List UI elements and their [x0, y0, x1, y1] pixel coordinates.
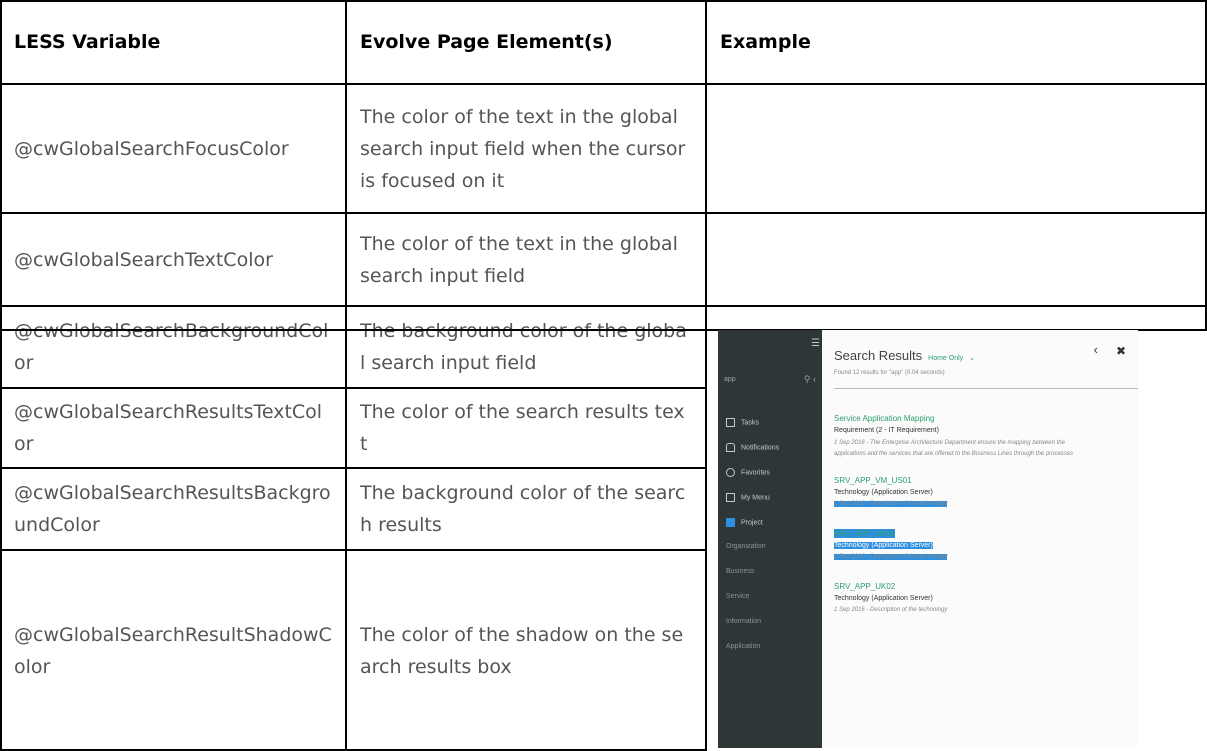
element-description: The color of the text in the global sear… — [360, 232, 678, 287]
search-value: app — [724, 376, 736, 383]
variable-name: @cwGlobalSearchResultsTextColor — [14, 401, 323, 455]
result-type: Requirement (2 - IT Requirement) — [834, 427, 939, 434]
sidebar-item-notifications: Notifications — [726, 443, 779, 452]
sidebar-item-label: My Menu — [741, 494, 770, 502]
divider — [834, 388, 1138, 389]
result-type: Technology (Application Server) — [834, 489, 933, 496]
header-less-variable: LESS Variable — [14, 31, 161, 53]
header-example: Example — [720, 31, 811, 53]
row-divider — [0, 212, 1207, 214]
result-title: SRV_APP_VM_US01 — [834, 476, 912, 485]
sidebar-search-input: app ⚲ ‹ — [724, 374, 816, 396]
results-count: Found 12 results for "app" (0.04 seconds… — [834, 370, 945, 376]
result-description: 1 Sep 2016 - Description of the technolo… — [834, 607, 948, 613]
result-title: SRV_APP_UK01 — [834, 529, 896, 538]
sidebar-item-label: Favorites — [741, 469, 770, 477]
row-divider — [0, 467, 706, 469]
element-description: The background color of the search resul… — [360, 482, 686, 536]
sidebar-item-favorites: Favorites — [726, 468, 770, 477]
column-divider — [345, 0, 347, 751]
result-description: 1 Sep 2016 - The Enterprise Architecture… — [834, 440, 1065, 446]
sidebar-item-application: Application — [726, 643, 761, 650]
result-description: 1 Sep 2016 - Description of the technolo… — [834, 554, 948, 560]
result-description: 1 Sep 2016 - Description of the technolo… — [834, 501, 948, 507]
variable-name: @cwGlobalSearchTextColor — [14, 248, 273, 271]
sidebar-item-organization: Organization — [726, 543, 766, 550]
hamburger-icon: ☰ — [811, 338, 820, 349]
element-description: The color of the shadow on the search re… — [360, 623, 684, 678]
table-border — [0, 0, 2, 751]
column-divider — [705, 0, 707, 751]
bookmark-icon — [726, 493, 735, 502]
check-icon — [726, 518, 735, 527]
row-divider — [0, 387, 706, 389]
example-screenshot: ☰ app ⚲ ‹ Tasks Notifications Favorites … — [718, 330, 1138, 748]
row-divider — [0, 305, 1207, 307]
row-divider — [0, 83, 1207, 85]
sidebar-item-project: Project — [726, 518, 763, 527]
bell-icon — [726, 443, 735, 452]
sidebar-item-service: Service — [726, 593, 750, 600]
variable-name: @cwGlobalSearchBackgroundColor — [14, 320, 329, 374]
heart-icon — [726, 468, 735, 477]
element-description: The color of the search results text — [360, 401, 685, 455]
sidebar-item-information: Information — [726, 618, 762, 625]
result-type: Technology (Application Server) — [834, 542, 933, 549]
result-description: applications and the services that are o… — [834, 451, 1074, 457]
table-row: @cwGlobalSearchFocusColor The color of t… — [0, 84, 1207, 213]
variable-name: @cwGlobalSearchResultShadowColor — [14, 623, 332, 678]
variable-name: @cwGlobalSearchResultsBackgroundColor — [14, 482, 331, 536]
sidebar-item-label: Notifications — [741, 444, 780, 452]
sidebar-item-label: Project — [741, 519, 763, 527]
panel-title: Search Results — [834, 348, 923, 363]
header-page-element: Evolve Page Element(s) — [360, 31, 613, 53]
search-results-title: Search Results Home Only ⌄ — [834, 348, 975, 363]
sidebar-item-label: Tasks — [741, 419, 759, 427]
back-icon: ‹ — [1093, 342, 1098, 357]
result-title: Service Application Mapping — [834, 414, 935, 423]
scope-selector: Home Only — [928, 355, 964, 362]
result-title: SRV_APP_UK02 — [834, 582, 896, 591]
table-header-row: LESS Variable Evolve Page Element(s) Exa… — [0, 0, 1207, 84]
row-divider — [0, 549, 706, 551]
close-icon: ✖ — [1115, 344, 1126, 358]
search-icon: ⚲ ‹ — [803, 374, 816, 384]
result-type: Technology (Application Server) — [834, 595, 933, 602]
element-description: The background color of the global searc… — [360, 320, 687, 374]
element-description: The color of the text in the global sear… — [360, 105, 686, 192]
sidebar-item-my-menu: My Menu — [726, 493, 770, 502]
search-results-panel: Search Results Home Only ⌄ ‹ ✖ Found 12 re… — [822, 330, 1138, 748]
variable-name: @cwGlobalSearchFocusColor — [14, 137, 289, 160]
table-row: @cwGlobalSearchTextColor The color of th… — [0, 213, 1207, 306]
row-divider — [0, 0, 1207, 2]
sidebar-item-tasks: Tasks — [726, 418, 759, 427]
checkbox-icon — [726, 418, 735, 427]
sidebar: ☰ app ⚲ ‹ Tasks Notifications Favorites … — [718, 330, 822, 748]
chevron-down-icon: ⌄ — [969, 355, 976, 362]
sidebar-item-business: Business — [726, 568, 755, 575]
